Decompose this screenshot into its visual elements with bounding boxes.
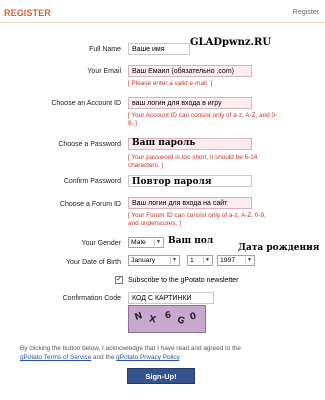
- captcha-char: 0: [188, 311, 198, 323]
- full-name-label: Full Name: [89, 46, 121, 53]
- confirmation-code-field[interactable]: КОД С КАРТИНКИ: [128, 292, 214, 304]
- birth-year-select[interactable]: 1997 ▼: [217, 255, 255, 266]
- gender-select[interactable]: Male ▼: [128, 237, 164, 248]
- birth-annotation: Дата рождения: [238, 243, 320, 253]
- captcha-char: N: [133, 311, 144, 323]
- gender-label: Your Gender: [81, 240, 121, 247]
- terms-and-text: and the: [91, 354, 117, 361]
- terms-of-service-link[interactable]: gPotato Terms of Service: [20, 354, 91, 361]
- birth-year-value: 1997: [220, 257, 236, 264]
- watermark-text: GLADpwnz.RU: [190, 37, 272, 48]
- chevron-down-icon: ▼: [245, 257, 253, 264]
- account-id-label: Choose an Account ID: [51, 100, 121, 107]
- password-label: Choose a Password: [58, 141, 121, 148]
- confirm-password-annotation: Повтор пароля: [132, 177, 212, 187]
- chevron-down-icon: ▼: [170, 257, 178, 264]
- privacy-policy-link[interactable]: gPotato Privacy Policy: [116, 354, 179, 361]
- forum-id-label: Choose a Forum ID: [59, 201, 121, 208]
- email-error: [ Please enter a valid e-mail. ]: [128, 80, 213, 87]
- birth-day-select[interactable]: 1 ▼: [187, 255, 213, 266]
- birth-month-value: January: [131, 257, 156, 264]
- confirmation-code-label: Confirmation Code: [62, 295, 121, 302]
- confirm-password-label: Confirm Password: [63, 178, 121, 185]
- page-title: REGISTER: [4, 8, 51, 18]
- chevron-down-icon: ▼: [203, 257, 211, 264]
- chevron-down-icon: ▼: [154, 239, 162, 246]
- captcha-char: G: [175, 315, 186, 327]
- email-label: Your Email: [87, 68, 121, 75]
- captcha-char: X: [148, 314, 157, 326]
- password-error: [ Your password is too short, it should …: [128, 154, 258, 169]
- account-id-error: [ Your Account ID can consist only of a-…: [128, 112, 278, 127]
- register-link[interactable]: Register: [293, 9, 319, 16]
- captcha-image: N X 6 G 0: [128, 305, 206, 333]
- forum-id-field[interactable]: Ваш логин для входа на сайт: [128, 197, 252, 209]
- birth-label: Your Date of Birth: [66, 259, 121, 266]
- full-name-field[interactable]: Ваше имя: [128, 43, 190, 55]
- terms-text: By clicking the button below, I acknowle…: [20, 345, 241, 352]
- gender-annotation: Ваш пол: [168, 236, 214, 246]
- password-annotation: Ваш пароль: [132, 138, 196, 148]
- terms-end-text: .: [179, 354, 182, 361]
- forum-id-error: [ Your Forum ID can consist only of a-z,…: [128, 212, 266, 227]
- newsletter-checkbox[interactable]: ✓: [115, 276, 123, 284]
- email-field[interactable]: Ваш Емаил (обязательно .com): [128, 65, 252, 77]
- gender-value: Male: [131, 239, 146, 246]
- birth-month-select[interactable]: January ▼: [128, 255, 180, 266]
- sign-up-button[interactable]: Sign-Up!: [127, 368, 195, 384]
- birth-day-value: 1: [190, 257, 194, 264]
- account-id-field[interactable]: ваш логин для входа в игру: [128, 97, 252, 109]
- header-bar: REGISTER Register: [0, 0, 325, 23]
- terms-notice: By clicking the button below, I acknowle…: [20, 344, 280, 362]
- newsletter-label: Subscribe to the gPotato newsletter: [128, 277, 239, 284]
- captcha-char: 6: [164, 310, 172, 322]
